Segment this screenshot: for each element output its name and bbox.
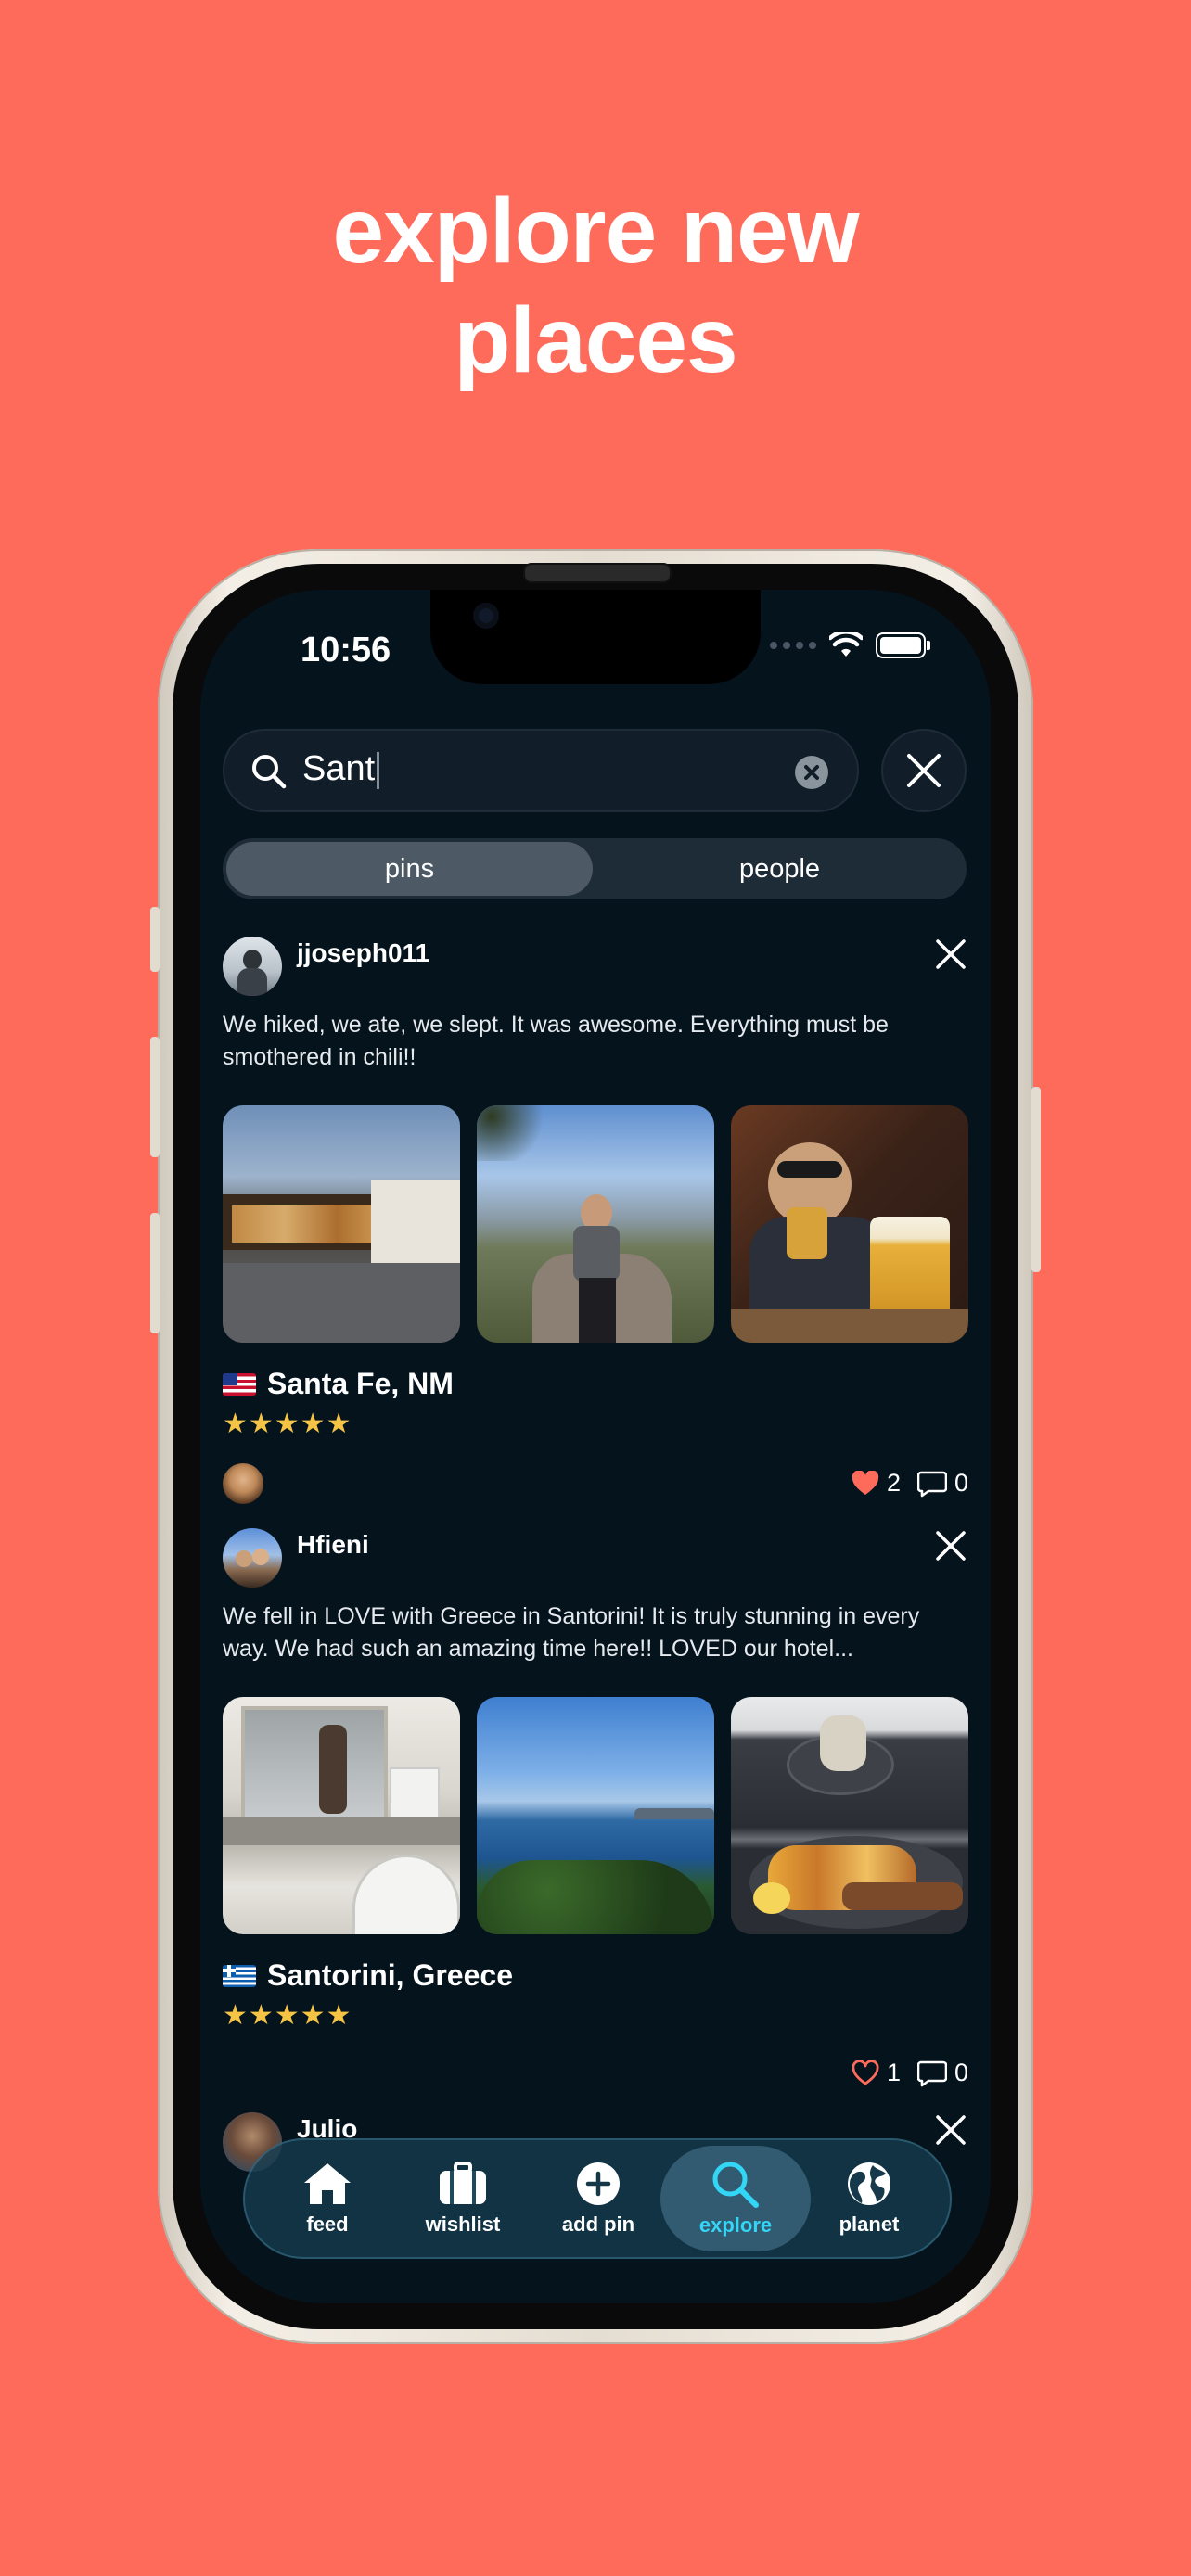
rating-stars: ★★★★★ [223, 2000, 352, 2031]
comment-icon [916, 2060, 947, 2086]
plus-circle-icon [577, 2162, 620, 2205]
post-stats: 1 0 [852, 2059, 968, 2087]
photo-hotel-mirror[interactable] [223, 1697, 460, 1934]
photo-beer-toast[interactable] [731, 1105, 968, 1343]
tab-add-pin[interactable]: add pin [529, 2146, 668, 2251]
heart-filled-icon [852, 1470, 879, 1495]
cellular-signal-icon [770, 642, 816, 649]
tab-add-pin-label: add pin [561, 2213, 635, 2236]
avatar[interactable] [223, 937, 282, 996]
like-stat[interactable]: 2 [852, 1469, 901, 1498]
app-screen: 10:56 Sant pins people jjoseph011 We hik… [200, 590, 991, 2303]
comment-stat[interactable]: 0 [916, 1469, 968, 1498]
headline: explore new places [0, 176, 1191, 395]
post-caption: We fell in LOVE with Greece in Santorini… [223, 1603, 920, 1662]
search-input[interactable]: Sant [223, 729, 859, 812]
tab-planet-label: planet [839, 2213, 900, 2236]
tab-explore-label: explore [698, 2213, 773, 2237]
tab-wishlist-label: wishlist [425, 2213, 501, 2236]
post-username[interactable]: jjoseph011 [297, 938, 429, 968]
earpiece-speaker [523, 563, 672, 583]
photo-santorini-view[interactable] [477, 1697, 714, 1934]
post-stats: 2 0 [852, 1469, 968, 1498]
comment-stat[interactable]: 0 [916, 2059, 968, 2087]
clear-search-icon[interactable] [794, 755, 829, 790]
volume-up-button [150, 1037, 160, 1157]
tab-planet[interactable]: planet [800, 2146, 939, 2251]
post-location-name: Santa Fe, NM [267, 1367, 454, 1400]
us-flag-icon [223, 1372, 256, 1396]
tab-feed-label: feed [306, 2213, 349, 2236]
wifi-icon [829, 632, 863, 657]
close-search-button[interactable] [881, 729, 967, 812]
photo-trading-post[interactable] [223, 1105, 460, 1343]
power-button [1031, 1087, 1041, 1272]
comment-count: 0 [954, 2059, 968, 2086]
photo-mountain-hike[interactable] [477, 1105, 714, 1343]
house-icon [304, 2163, 351, 2204]
greece-flag-icon [223, 1964, 256, 1987]
post-username[interactable]: Hfieni [297, 1530, 369, 1560]
notch [430, 590, 761, 684]
post-location-name: Santorini, Greece [267, 1958, 513, 1992]
comment-count: 0 [954, 1469, 968, 1497]
dismiss-post-icon[interactable] [935, 2114, 967, 2146]
action-button [150, 907, 160, 972]
post-caption: We hiked, we ate, we slept. It was aweso… [223, 1012, 889, 1070]
globe-icon [848, 2162, 890, 2205]
photo-row [223, 1697, 968, 1934]
pin-post[interactable]: jjoseph011 We hiked, we ate, we slept. I… [223, 937, 968, 1504]
liker-avatar[interactable] [223, 1463, 263, 1504]
headline-line-2: places [454, 288, 737, 392]
like-count: 1 [886, 2059, 901, 2086]
status-time: 10:56 [301, 631, 391, 670]
segment-people[interactable]: people [596, 842, 963, 896]
dismiss-post-icon[interactable] [935, 938, 967, 970]
heart-outline-icon [852, 2060, 879, 2085]
search-icon [252, 755, 287, 789]
tab-feed[interactable]: feed [258, 2146, 397, 2251]
like-stat[interactable]: 1 [852, 2059, 901, 2087]
like-count: 2 [886, 1469, 901, 1497]
volume-down-button [150, 1213, 160, 1333]
photo-row [223, 1105, 968, 1343]
avatar[interactable] [223, 1528, 282, 1588]
rating-stars: ★★★★★ [223, 1409, 352, 1439]
post-location[interactable]: Santa Fe, NM [223, 1367, 454, 1401]
battery-icon [876, 632, 930, 658]
tab-explore[interactable]: explore [660, 2146, 811, 2251]
suitcase-icon [440, 2162, 486, 2204]
headline-line-1: explore new [332, 179, 860, 283]
search-query[interactable]: Sant [302, 749, 380, 789]
pin-post[interactable]: Hfieni We fell in LOVE with Greece in Sa… [223, 1528, 968, 2087]
post-location[interactable]: Santorini, Greece [223, 1958, 513, 1993]
text-caret [377, 751, 380, 789]
photo-greek-food[interactable] [731, 1697, 968, 1934]
dismiss-post-icon[interactable] [935, 1530, 967, 1562]
magnifier-icon [712, 2162, 759, 2208]
search-type-segmented-control: pins people [223, 838, 967, 899]
tab-bar: feed wishlist add pin explore planet [243, 2138, 952, 2259]
status-icons [770, 632, 930, 658]
comment-icon [916, 1471, 947, 1497]
segment-pins[interactable]: pins [226, 842, 593, 896]
search-query-text: Sant [302, 749, 376, 788]
close-icon [907, 754, 941, 787]
tab-wishlist[interactable]: wishlist [393, 2146, 532, 2251]
front-camera-icon [473, 603, 499, 629]
